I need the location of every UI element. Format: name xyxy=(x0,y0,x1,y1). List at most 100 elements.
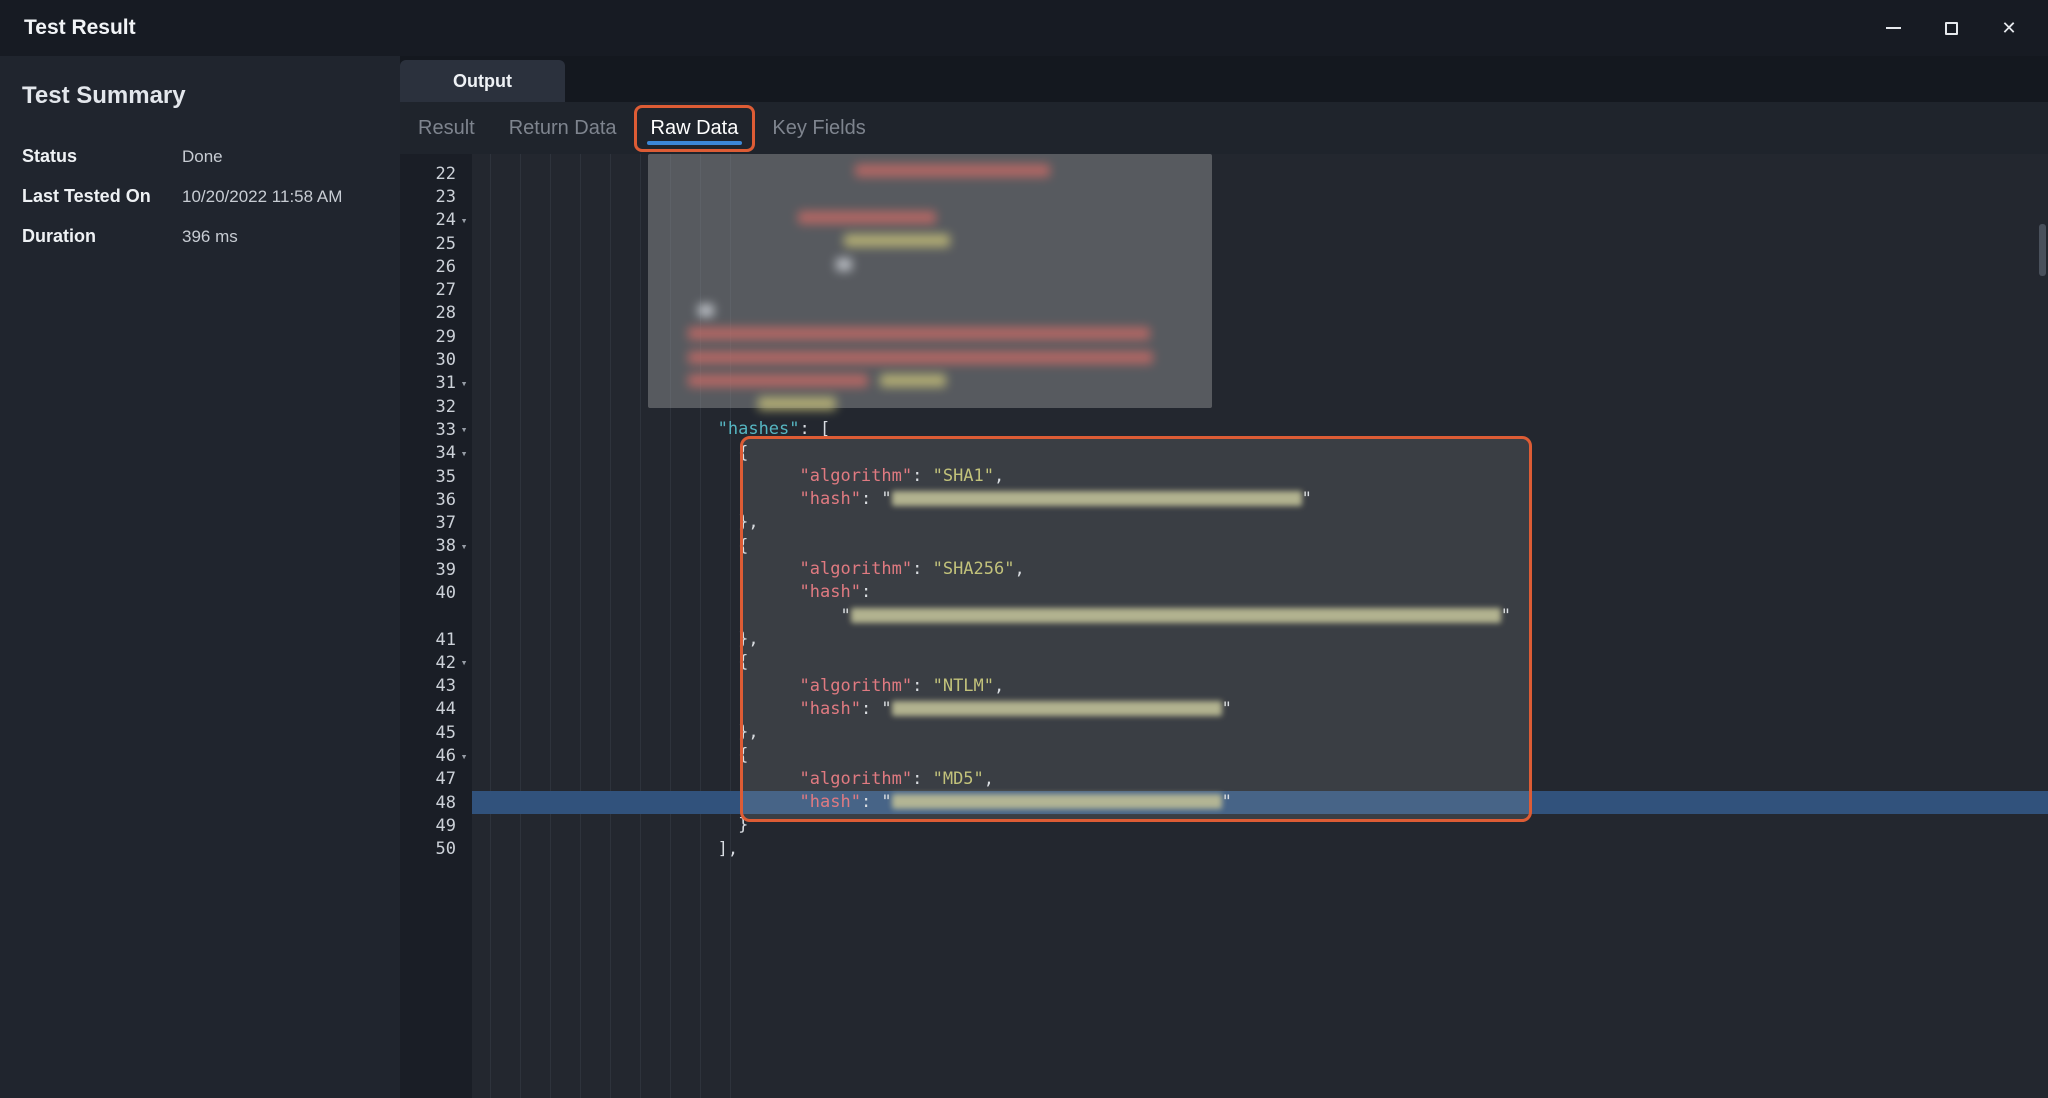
line-number-43: 43 xyxy=(400,675,472,698)
redaction-overlay xyxy=(648,154,1212,408)
json-token: "hash" xyxy=(800,792,861,812)
line-number-30: 30 xyxy=(400,348,472,371)
test-summary-panel: Test Summary StatusDoneLast Tested On10/… xyxy=(0,56,400,1098)
output-subtabs: Result Return Data Raw DataKey Fields xyxy=(400,102,2048,154)
summary-label: Duration xyxy=(22,226,182,247)
json-token: , xyxy=(1014,559,1024,579)
line-number-wrap xyxy=(400,605,472,628)
line-number-25: 25 xyxy=(400,232,472,255)
line-number: 47 xyxy=(436,769,456,789)
raw-data-editor[interactable]: 222324▾25262728293031▾3233▾34▾35363738▾3… xyxy=(400,154,2048,1098)
subtab-raw-data[interactable]: Raw Data xyxy=(634,105,756,152)
summary-rows: StatusDone Last Tested On10/20/2022 11:58… xyxy=(22,146,380,247)
code-line-49: } xyxy=(472,814,2048,837)
code-line-48: "hash": "" xyxy=(472,791,2048,814)
close-button[interactable]: ✕ xyxy=(1998,17,2020,39)
code-line-42: { xyxy=(472,651,2048,674)
fold-toggle-icon[interactable]: ▾ xyxy=(456,540,472,553)
line-number-37: 37 xyxy=(400,511,472,534)
summary-value: 396 ms xyxy=(182,227,238,247)
json-token: }, xyxy=(738,722,758,742)
fold-toggle-icon[interactable]: ▾ xyxy=(456,423,472,436)
line-number: 44 xyxy=(436,699,456,719)
json-token: { xyxy=(738,536,748,556)
maximize-button[interactable] xyxy=(1940,17,1962,39)
line-number: 27 xyxy=(436,280,456,300)
line-number: 24 xyxy=(436,210,456,230)
redacted-content-blur xyxy=(844,234,950,247)
line-number-23: 23 xyxy=(400,185,472,208)
json-token: }, xyxy=(738,512,758,532)
subtab-label: Return Data xyxy=(509,117,617,139)
line-number: 37 xyxy=(436,513,456,533)
line-number: 39 xyxy=(436,560,456,580)
code-line-46: { xyxy=(472,744,2048,767)
line-number: 35 xyxy=(436,467,456,487)
json-token: } xyxy=(738,815,748,835)
json-token: ], xyxy=(718,839,738,859)
line-number: 22 xyxy=(436,164,456,184)
json-token: "algorithm" xyxy=(800,769,913,789)
redacted-content-blur xyxy=(688,351,1153,364)
subtab-return-data[interactable]: Return Data xyxy=(492,105,634,152)
line-number-22: 22 xyxy=(400,162,472,185)
line-number: 33 xyxy=(436,420,456,440)
redacted-content-blur xyxy=(758,397,836,410)
json-token: , xyxy=(984,769,994,789)
summary-value: 10/20/2022 11:58 AM xyxy=(182,187,342,207)
minimize-icon xyxy=(1886,27,1901,29)
line-number: 31 xyxy=(436,373,456,393)
summary-label: Last Tested On xyxy=(22,186,182,207)
subtab-key-fields[interactable]: Key Fields xyxy=(755,105,882,152)
line-number: 30 xyxy=(436,350,456,370)
code-line-38: { xyxy=(472,535,2048,558)
json-token: "hash" xyxy=(800,699,861,719)
fold-toggle-icon[interactable]: ▾ xyxy=(456,214,472,227)
line-number-46: 46▾ xyxy=(400,744,472,767)
json-token: : xyxy=(912,676,932,696)
json-token: { xyxy=(738,745,748,765)
code-line-43: "algorithm": "NTLM", xyxy=(472,675,2048,698)
fold-toggle-icon[interactable]: ▾ xyxy=(456,377,472,390)
minimize-button[interactable] xyxy=(1882,17,1904,39)
subtab-result[interactable]: Result xyxy=(401,105,492,152)
line-number: 50 xyxy=(436,839,456,859)
redacted-content-blur xyxy=(798,211,936,224)
code-line-41: }, xyxy=(472,628,2048,651)
fold-toggle-icon[interactable]: ▾ xyxy=(456,447,472,460)
line-number-50: 50 xyxy=(400,838,472,861)
json-token: "algorithm" xyxy=(800,559,913,579)
code-area[interactable]: "hashes": [{"algorithm": "SHA1","hash": … xyxy=(472,154,2048,1098)
code-line-40: "hash": xyxy=(472,581,2048,604)
json-token: " xyxy=(840,606,850,626)
line-number-31: 31▾ xyxy=(400,372,472,395)
json-token: "hash" xyxy=(800,582,861,602)
json-token: "algorithm" xyxy=(800,676,913,696)
summary-row: StatusDone xyxy=(22,146,380,167)
redacted-content-blur xyxy=(836,258,852,271)
line-number-42: 42▾ xyxy=(400,651,472,674)
json-token: }, xyxy=(738,629,758,649)
tab-output[interactable]: Output xyxy=(400,60,565,102)
json-token: "NTLM" xyxy=(933,676,994,696)
line-number: 42 xyxy=(436,653,456,673)
main-tabstrip: Output xyxy=(400,56,2048,102)
fold-toggle-icon[interactable]: ▾ xyxy=(456,750,472,763)
output-panel: Output Result Return Data Raw DataKey Fiel… xyxy=(400,56,2048,1098)
json-token: : xyxy=(912,466,932,486)
vertical-scrollbar-thumb[interactable] xyxy=(2039,224,2046,276)
json-token: " xyxy=(1501,606,1511,626)
fold-toggle-icon[interactable]: ▾ xyxy=(456,656,472,669)
line-number: 45 xyxy=(436,723,456,743)
line-number: 23 xyxy=(436,187,456,207)
line-number-38: 38▾ xyxy=(400,535,472,558)
json-token: : [ xyxy=(800,419,831,439)
line-number-29: 29 xyxy=(400,325,472,348)
redacted-hash-value xyxy=(892,701,1222,716)
test-result-window: Test Result ✕ Test Summary StatusDoneLas… xyxy=(0,0,2048,1098)
line-number-35: 35 xyxy=(400,465,472,488)
redacted-content-blur xyxy=(698,304,714,317)
line-number: 32 xyxy=(436,397,456,417)
line-number: 34 xyxy=(436,443,456,463)
line-number: 49 xyxy=(436,816,456,836)
